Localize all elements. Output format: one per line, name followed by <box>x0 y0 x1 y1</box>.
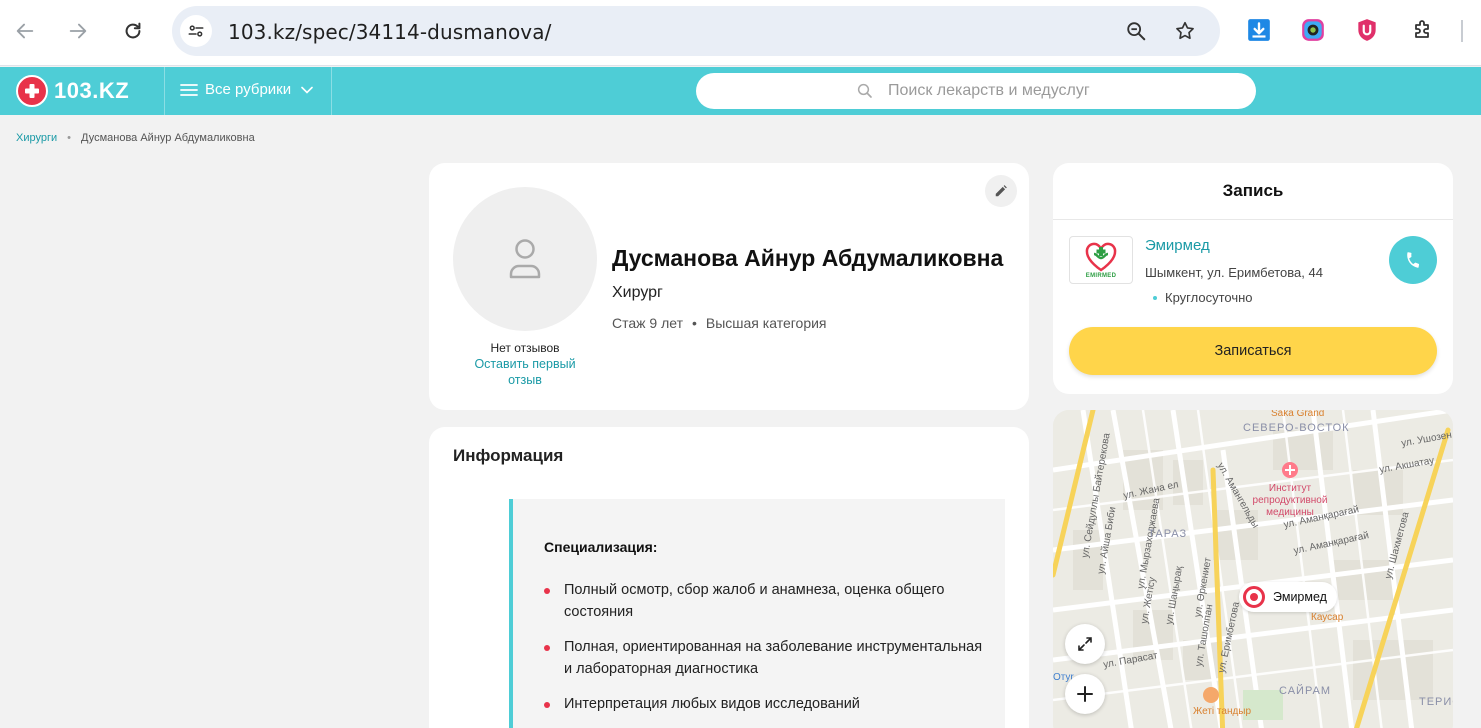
list-item-text: Полная, ориентированная на заболевание и… <box>564 639 983 677</box>
clinic-heart-logo-icon <box>1085 242 1117 271</box>
header-divider <box>331 67 332 115</box>
plus-icon <box>1077 686 1093 702</box>
breadcrumb-separator: • <box>67 132 71 144</box>
list-item: Интерпретация любых видов исследований <box>544 693 984 715</box>
red-cross-icon <box>16 75 48 107</box>
search-placeholder: Поиск лекарств и медуслуг <box>888 82 1090 99</box>
breadcrumb-link-surgeons[interactable]: Хирурги <box>16 132 57 144</box>
book-appointment-button[interactable]: Записаться <box>1069 327 1437 375</box>
list-item-text: Полный осмотр, сбор жалоб и анамнеза, оц… <box>564 582 945 620</box>
map-zoom-in-button[interactable] <box>1065 674 1105 714</box>
doctor-specialty: Хирург <box>612 284 663 301</box>
hamburger-icon <box>180 83 198 96</box>
map-pin-icon <box>1243 586 1265 608</box>
map-fullscreen-button[interactable] <box>1065 624 1105 664</box>
list-item-text: Интерпретация любых видов исследований <box>564 696 860 712</box>
bullet-icon <box>544 645 550 651</box>
clinic-logo[interactable]: EMIRMED <box>1069 236 1133 284</box>
experience-text: Стаж 9 лет <box>612 315 683 331</box>
booking-card: Запись EMIRMED Эмирмед Шымкент, ул. Ерим… <box>1053 163 1453 394</box>
leave-review-link[interactable]: Оставить первый отзыв <box>465 356 585 388</box>
pencil-icon <box>995 185 1007 197</box>
zoom-icon[interactable] <box>1124 19 1148 43</box>
shield-extension-icon[interactable] <box>1353 16 1381 44</box>
header-divider <box>164 67 165 115</box>
status-dot-icon <box>1153 295 1157 300</box>
reload-icon <box>125 22 141 39</box>
address-bar[interactable]: 103.kz/spec/34114-dusmanova/ <box>172 6 1220 56</box>
chevron-down-icon <box>301 86 313 94</box>
site-header: 103.KZ Все рубрики Поиск лекарств и меду… <box>0 67 1481 115</box>
clinic-logo-text: EMIRMED <box>1085 272 1117 279</box>
search-input[interactable]: Поиск лекарств и медуслуг <box>696 73 1256 109</box>
search-icon <box>857 83 872 98</box>
breadcrumb-current: Дусманова Айнур Абдумаликовна <box>81 132 255 144</box>
clinic-address: Шымкент, ул. Еримбетова, 44 <box>1145 265 1323 280</box>
map-label-zhetitandyr: Жеті тандыр <box>1193 706 1252 717</box>
map-label-saka: Saka Grand <box>1271 410 1325 419</box>
toolbar-divider <box>1461 20 1463 42</box>
back-arrow-icon <box>16 23 34 39</box>
map-marker-clinic[interactable]: Эмирмед <box>1239 582 1337 612</box>
color-extension-icon[interactable] <box>1299 16 1327 44</box>
all-rubrics-menu[interactable]: Все рубрики <box>180 81 313 98</box>
map-district-severo: СЕВЕРО-ВОСТОК <box>1243 422 1350 434</box>
specialization-box: Специализация: Полный осмотр, сбор жалоб… <box>509 499 1005 728</box>
bullet-icon <box>544 588 550 594</box>
breadcrumb: Хирурги • Дусманова Айнур Абдумаликовна <box>16 132 255 144</box>
back-button[interactable] <box>9 15 41 47</box>
category-text: Высшая категория <box>705 315 827 331</box>
download-extension-icon[interactable] <box>1245 16 1273 44</box>
information-card: Информация Специализация: Полный осмотр,… <box>429 427 1029 728</box>
url-text[interactable]: 103.kz/spec/34114-dusmanova/ <box>228 20 551 44</box>
reload-button[interactable] <box>117 15 149 47</box>
specialization-heading: Специализация: <box>544 539 658 555</box>
avatar <box>453 187 597 331</box>
doctor-name: Дусманова Айнур Абдумаликовна <box>612 245 1004 271</box>
meta-separator: • <box>691 315 697 331</box>
map-district-teris: ТЕРИС <box>1419 696 1453 708</box>
bullet-icon <box>544 702 550 708</box>
specialization-list: Полный осмотр, сбор жалоб и анамнеза, оц… <box>544 579 984 728</box>
site-info-icon[interactable] <box>180 15 212 47</box>
clinic-hours: Круглосуточно <box>1153 290 1253 305</box>
clinic-name-link[interactable]: Эмирмед <box>1145 237 1210 254</box>
extensions-puzzle-icon[interactable] <box>1409 16 1437 44</box>
forward-button[interactable] <box>62 15 94 47</box>
bookmark-star-icon[interactable] <box>1173 19 1197 43</box>
map-label-kausar: Каусар <box>1311 612 1344 623</box>
user-placeholder-icon <box>509 239 541 279</box>
map-district-taraz: ТАРАЗ <box>1148 528 1188 540</box>
edit-button[interactable] <box>985 175 1017 207</box>
phone-icon <box>1407 252 1420 268</box>
expand-icon <box>1078 637 1092 651</box>
booking-title: Запись <box>1222 181 1284 200</box>
site-logo[interactable]: 103.KZ <box>16 75 129 107</box>
map-marker-label: Эмирмед <box>1273 590 1327 604</box>
information-title: Информация <box>453 446 564 465</box>
phone-button[interactable] <box>1389 236 1437 284</box>
map[interactable]: Saka Grand СЕВЕРО-ВОСТОК ул. Ушозен ул. … <box>1053 410 1453 728</box>
rubrics-label: Все рубрики <box>205 81 292 98</box>
no-reviews-text: Нет отзывов <box>490 341 560 355</box>
logo-text: 103.KZ <box>54 78 130 103</box>
list-item: Полная, ориентированная на заболевание и… <box>544 636 984 680</box>
list-item: Полный осмотр, сбор жалоб и анамнеза, оц… <box>544 579 984 623</box>
doctor-meta: Стаж 9 лет • Высшая категория <box>612 315 827 331</box>
doctor-profile-card: Нет отзывов Оставить первый отзыв Дусман… <box>429 163 1029 410</box>
clinic-hours-text: Круглосуточно <box>1165 290 1253 305</box>
browser-toolbar: 103.kz/spec/34114-dusmanova/ <box>0 0 1481 66</box>
forward-arrow-icon <box>69 23 87 39</box>
booking-divider <box>1053 219 1453 220</box>
map-district-sairam: САЙРАМ <box>1279 685 1332 697</box>
